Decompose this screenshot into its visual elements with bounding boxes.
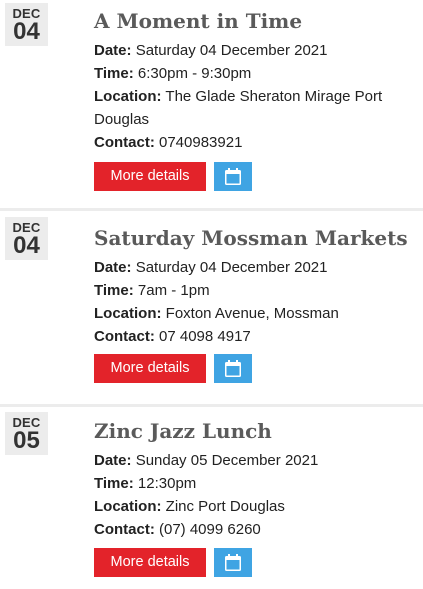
contact-label: Contact: — [94, 134, 155, 151]
location-label: Location: — [94, 88, 162, 105]
date-badge: DEC 05 — [5, 412, 48, 455]
event-date: Sunday 05 December 2021 — [135, 452, 319, 469]
time-label: Time: — [94, 282, 134, 299]
calendar-icon — [225, 554, 241, 571]
event-time-row: Time: 7am - 1pm — [94, 279, 414, 302]
event-time: 7am - 1pm — [137, 282, 210, 299]
more-details-button[interactable]: More details — [94, 354, 206, 383]
more-details-button[interactable]: More details — [94, 162, 206, 191]
event-item: DEC 04 A Moment in Time Date: Saturday 0… — [0, 0, 423, 208]
event-item: DEC 05 Zinc Jazz Lunch Date: Sunday 05 D… — [0, 404, 423, 589]
event-title[interactable]: Saturday Mossman Markets — [94, 226, 408, 250]
event-details: Date: Saturday 04 December 2021 Time: 7a… — [94, 256, 414, 348]
event-item: DEC 04 Saturday Mossman Markets Date: Sa… — [0, 208, 423, 404]
date-badge: DEC 04 — [5, 3, 48, 46]
add-to-calendar-button[interactable] — [214, 548, 252, 577]
event-time: 6:30pm - 9:30pm — [137, 65, 252, 82]
date-day: 04 — [13, 18, 40, 45]
event-date: Saturday 04 December 2021 — [135, 259, 328, 276]
date-label: Date: — [94, 259, 132, 276]
event-date-row: Date: Saturday 04 December 2021 — [94, 256, 414, 279]
event-contact: 0740983921 — [159, 134, 243, 151]
date-label: Date: — [94, 42, 132, 59]
event-title[interactable]: Zinc Jazz Lunch — [94, 419, 272, 443]
divider — [0, 404, 423, 407]
date-badge: DEC 04 — [5, 217, 48, 260]
add-to-calendar-button[interactable] — [214, 354, 252, 383]
contact-label: Contact: — [94, 328, 155, 345]
calendar-icon — [225, 360, 241, 377]
event-location: Foxton Avenue, Mossman — [165, 305, 339, 322]
date-day: 04 — [13, 232, 40, 259]
event-title[interactable]: A Moment in Time — [94, 9, 302, 33]
event-contact-row: Contact: (07) 4099 6260 — [94, 518, 414, 541]
event-time: 12:30pm — [137, 475, 197, 492]
event-contact-row: Contact: 0740983921 — [94, 131, 414, 154]
event-location-row: Location: The Glade Sheraton Mirage Port… — [94, 85, 414, 131]
event-contact: 07 4098 4917 — [159, 328, 251, 345]
event-location-row: Location: Zinc Port Douglas — [94, 495, 414, 518]
add-to-calendar-button[interactable] — [214, 162, 252, 191]
event-date-row: Date: Sunday 05 December 2021 — [94, 449, 414, 472]
time-label: Time: — [94, 475, 134, 492]
event-location-row: Location: Foxton Avenue, Mossman — [94, 302, 414, 325]
event-details: Date: Saturday 04 December 2021 Time: 6:… — [94, 39, 414, 154]
calendar-icon — [225, 168, 241, 185]
event-location: Zinc Port Douglas — [165, 498, 285, 515]
event-date: Saturday 04 December 2021 — [135, 42, 328, 59]
more-details-button[interactable]: More details — [94, 548, 206, 577]
location-label: Location: — [94, 305, 162, 322]
date-label: Date: — [94, 452, 132, 469]
date-day: 05 — [13, 427, 40, 454]
event-details: Date: Sunday 05 December 2021 Time: 12:3… — [94, 449, 414, 541]
event-time-row: Time: 12:30pm — [94, 472, 414, 495]
event-time-row: Time: 6:30pm - 9:30pm — [94, 62, 414, 85]
event-date-row: Date: Saturday 04 December 2021 — [94, 39, 414, 62]
divider — [0, 208, 423, 211]
time-label: Time: — [94, 65, 134, 82]
location-label: Location: — [94, 498, 162, 515]
event-contact-row: Contact: 07 4098 4917 — [94, 325, 414, 348]
event-contact: (07) 4099 6260 — [159, 521, 261, 538]
contact-label: Contact: — [94, 521, 155, 538]
